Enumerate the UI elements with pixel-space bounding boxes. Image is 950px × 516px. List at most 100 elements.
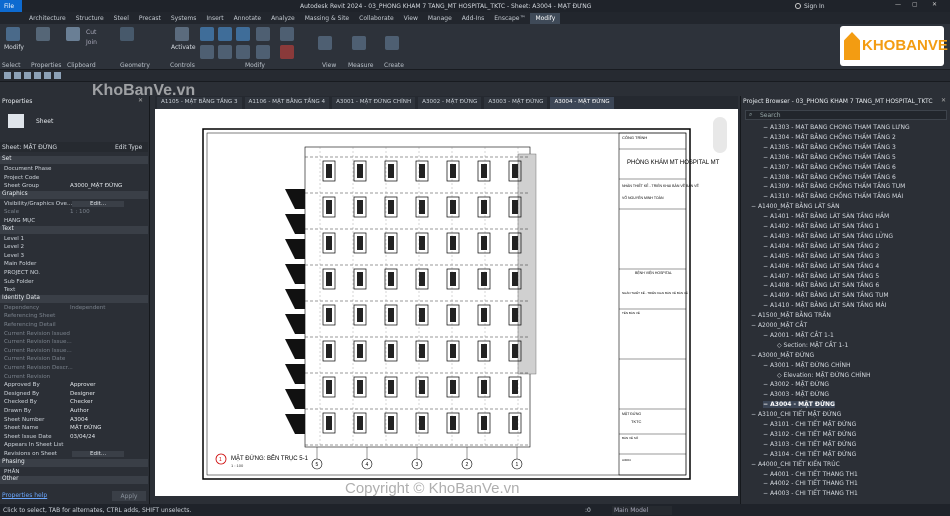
browser-close-icon[interactable]: ✕: [941, 97, 946, 104]
browser-group[interactable]: − A4000_CHI TIẾT KIẾN TRÚC: [751, 461, 840, 468]
sign-in-link[interactable]: Sign In: [804, 3, 825, 10]
browser-item[interactable]: − A3104 - CHI TIẾT MẶT ĐỨNG: [763, 451, 856, 458]
tab-insert[interactable]: Insert: [201, 13, 228, 24]
browser-item[interactable]: − A1406 - MẶT BẰNG LÁT SÀN TẦNG 4: [763, 263, 879, 270]
browser-item[interactable]: − A4002 - CHI TIẾT THANG TH1: [763, 480, 858, 487]
section-graphics[interactable]: Graphics: [0, 190, 148, 199]
browser-item[interactable]: − A4003 - CHI TIẾT THANG TH1: [763, 490, 858, 497]
browser-item[interactable]: − A3102 - CHI TIẾT MẶT ĐỨNG: [763, 431, 856, 438]
browser-item[interactable]: − A1310 - MẶT BẰNG CHỐNG THẤM TẦNG MÁI: [763, 193, 903, 200]
browser-item[interactable]: − A1405 - MẶT BẰNG LÁT SÀN TẦNG 3: [763, 253, 879, 260]
browser-item[interactable]: − A3004 - MẶT ĐỨNG: [763, 401, 835, 409]
maximize-icon[interactable]: ▢: [912, 1, 918, 8]
move-icon[interactable]: [200, 45, 214, 59]
tab-view[interactable]: View: [399, 13, 423, 24]
pin-icon[interactable]: [280, 27, 294, 41]
minimize-icon[interactable]: —: [895, 1, 901, 8]
join-button[interactable]: Join: [86, 39, 97, 46]
browser-item[interactable]: − A1303 - MẶT BẰNG CHỐNG THẤM TẦNG LỬNG: [763, 124, 910, 131]
type-selector[interactable]: Sheet: MẶT ĐỨNG Edit Type: [0, 142, 148, 152]
browser-item[interactable]: − A1306 - MẶT BẰNG CHỐNG THẤM TẦNG 5: [763, 154, 896, 161]
view-tab[interactable]: A3004 - MẶT ĐỨNG: [550, 97, 614, 109]
browser-item[interactable]: − A3002 - MẶT ĐỨNG: [763, 381, 829, 388]
browser-item[interactable]: − A3103 - CHI TIẾT MẶT ĐỨNG: [763, 441, 856, 448]
browser-group[interactable]: − A3100_CHI TIẾT MẶT ĐỨNG: [751, 411, 841, 418]
tab-manage[interactable]: Manage: [423, 13, 457, 24]
save-icon[interactable]: [14, 72, 21, 79]
align-icon[interactable]: [200, 27, 214, 41]
browser-item[interactable]: − A1402 - MẶT BẰNG LÁT SÀN TẦNG 1: [763, 223, 879, 230]
properties-icon[interactable]: [36, 27, 50, 41]
browser-item[interactable]: − A1403 - MẶT BẰNG LÁT SÀN TẦNG LỬNG: [763, 233, 893, 240]
section-set[interactable]: Set: [0, 156, 148, 164]
browser-item[interactable]: ◇ Elevation: MẶT ĐỨNG CHÍNH: [777, 372, 871, 379]
mirror-icon[interactable]: [236, 27, 250, 41]
browser-item[interactable]: − A1305 - MẶT BẰNG CHỐNG THẤM TẦNG 3: [763, 144, 896, 151]
tab-architecture[interactable]: Architecture: [24, 13, 71, 24]
browser-item[interactable]: − A4001 - CHI TIẾT THANG TH1: [763, 471, 858, 478]
sync-icon[interactable]: [24, 72, 31, 79]
section-text[interactable]: Text: [0, 225, 148, 234]
cut-button[interactable]: Cut: [86, 29, 96, 36]
tab-modify[interactable]: Modify: [530, 13, 561, 24]
create-group-icon[interactable]: [385, 36, 399, 50]
browser-group[interactable]: − A3000_MẶT ĐỨNG: [751, 352, 814, 359]
property-value[interactable]: Independent: [70, 305, 105, 311]
browser-group[interactable]: − A1400_MẶT BẰNG LÁT SÀN: [751, 203, 840, 210]
browser-item[interactable]: − A3003 - MẶT ĐỨNG: [763, 391, 829, 398]
section-phasing[interactable]: Phasing: [0, 458, 148, 467]
open-icon[interactable]: [4, 72, 11, 79]
browser-item[interactable]: − A1404 - MẶT BẰNG LÁT SÀN TẦNG 2: [763, 243, 879, 250]
select-group-label[interactable]: Select: [2, 62, 21, 69]
property-value[interactable]: A3000_MẶT ĐỨNG: [70, 183, 122, 189]
measure-icon[interactable]: [352, 36, 366, 50]
view-icon[interactable]: [318, 36, 332, 50]
browser-item[interactable]: − A1308 - MẶT BẰNG CHỐNG THẤM TẦNG 6: [763, 174, 896, 181]
property-value[interactable]: 1 : 100: [70, 209, 90, 215]
geometry-icon[interactable]: [120, 27, 134, 41]
browser-item[interactable]: − A1410 - MẶT BẰNG LÁT SÀN TẦNG MÁI: [763, 302, 886, 309]
activate-icon[interactable]: [175, 27, 189, 41]
close-icon[interactable]: ✕: [932, 1, 937, 8]
property-value[interactable]: Designer: [70, 391, 95, 397]
browser-search[interactable]: ⌕ Search: [745, 110, 947, 120]
tab-analyze[interactable]: Analyze: [266, 13, 300, 24]
delete-icon[interactable]: [280, 45, 294, 59]
properties-help-link[interactable]: Properties help: [2, 492, 47, 499]
tab-systems[interactable]: Systems: [166, 13, 202, 24]
view-tab[interactable]: A1106 - MẶT BẰNG TẦNG 4: [244, 97, 330, 109]
browser-item[interactable]: − A3001 - MẶT ĐỨNG CHÍNH: [763, 362, 850, 369]
view-tab[interactable]: A3001 - MẶT ĐỨNG CHÍNH: [332, 97, 416, 109]
browser-group[interactable]: − A2000_MẶT CẮT: [751, 322, 807, 329]
property-value[interactable]: Edit...: [72, 200, 125, 207]
navigation-bar[interactable]: [713, 117, 727, 153]
trim-icon[interactable]: [256, 27, 270, 41]
property-value[interactable]: 03/04/24: [70, 434, 95, 440]
apply-button[interactable]: Apply: [112, 491, 146, 501]
modify-button-label[interactable]: Modify: [4, 44, 24, 51]
section-identity-data[interactable]: Identity Data: [0, 294, 148, 303]
user-icon[interactable]: [795, 3, 801, 9]
property-value[interactable]: MẶT ĐỨNG: [70, 425, 102, 431]
browser-item[interactable]: − A1408 - MẶT BẰNG LÁT SÀN TẦNG 6: [763, 282, 879, 289]
browser-item[interactable]: − A1307 - MẶT BẰNG CHỐNG THẤM TẦNG 6: [763, 164, 896, 171]
property-value[interactable]: Approver: [70, 382, 96, 388]
rotate-icon[interactable]: [236, 45, 250, 59]
tab-enscape-[interactable]: Enscape™: [489, 13, 530, 24]
file-button[interactable]: File: [0, 0, 22, 12]
drawing-canvas[interactable]: CÔNG TRÌNH PHÒNG KHÁM MT HOSPITAL MT NHÀN …: [155, 109, 738, 496]
modify-cursor-icon[interactable]: [6, 27, 20, 41]
property-value[interactable]: Author: [70, 408, 89, 414]
paste-icon[interactable]: [66, 27, 80, 41]
tab-precast[interactable]: Precast: [134, 13, 166, 24]
active-workset[interactable]: Main Model: [612, 506, 672, 515]
view-tab[interactable]: A3003 - MẶT ĐỨNG: [484, 97, 548, 109]
property-value[interactable]: Edit...: [72, 451, 125, 457]
tab-massing-site[interactable]: Massing & Site: [300, 13, 354, 24]
undo-icon[interactable]: [34, 72, 41, 79]
browser-item[interactable]: − A1401 - MẶT BẰNG LÁT SÀN TẦNG HẦM: [763, 213, 889, 220]
section-other[interactable]: Other: [0, 476, 148, 485]
activate-button-label[interactable]: Activate: [171, 44, 196, 51]
tab-annotate[interactable]: Annotate: [229, 13, 266, 24]
browser-item[interactable]: − A2001 - MẶT CẮT 1-1: [763, 332, 834, 339]
